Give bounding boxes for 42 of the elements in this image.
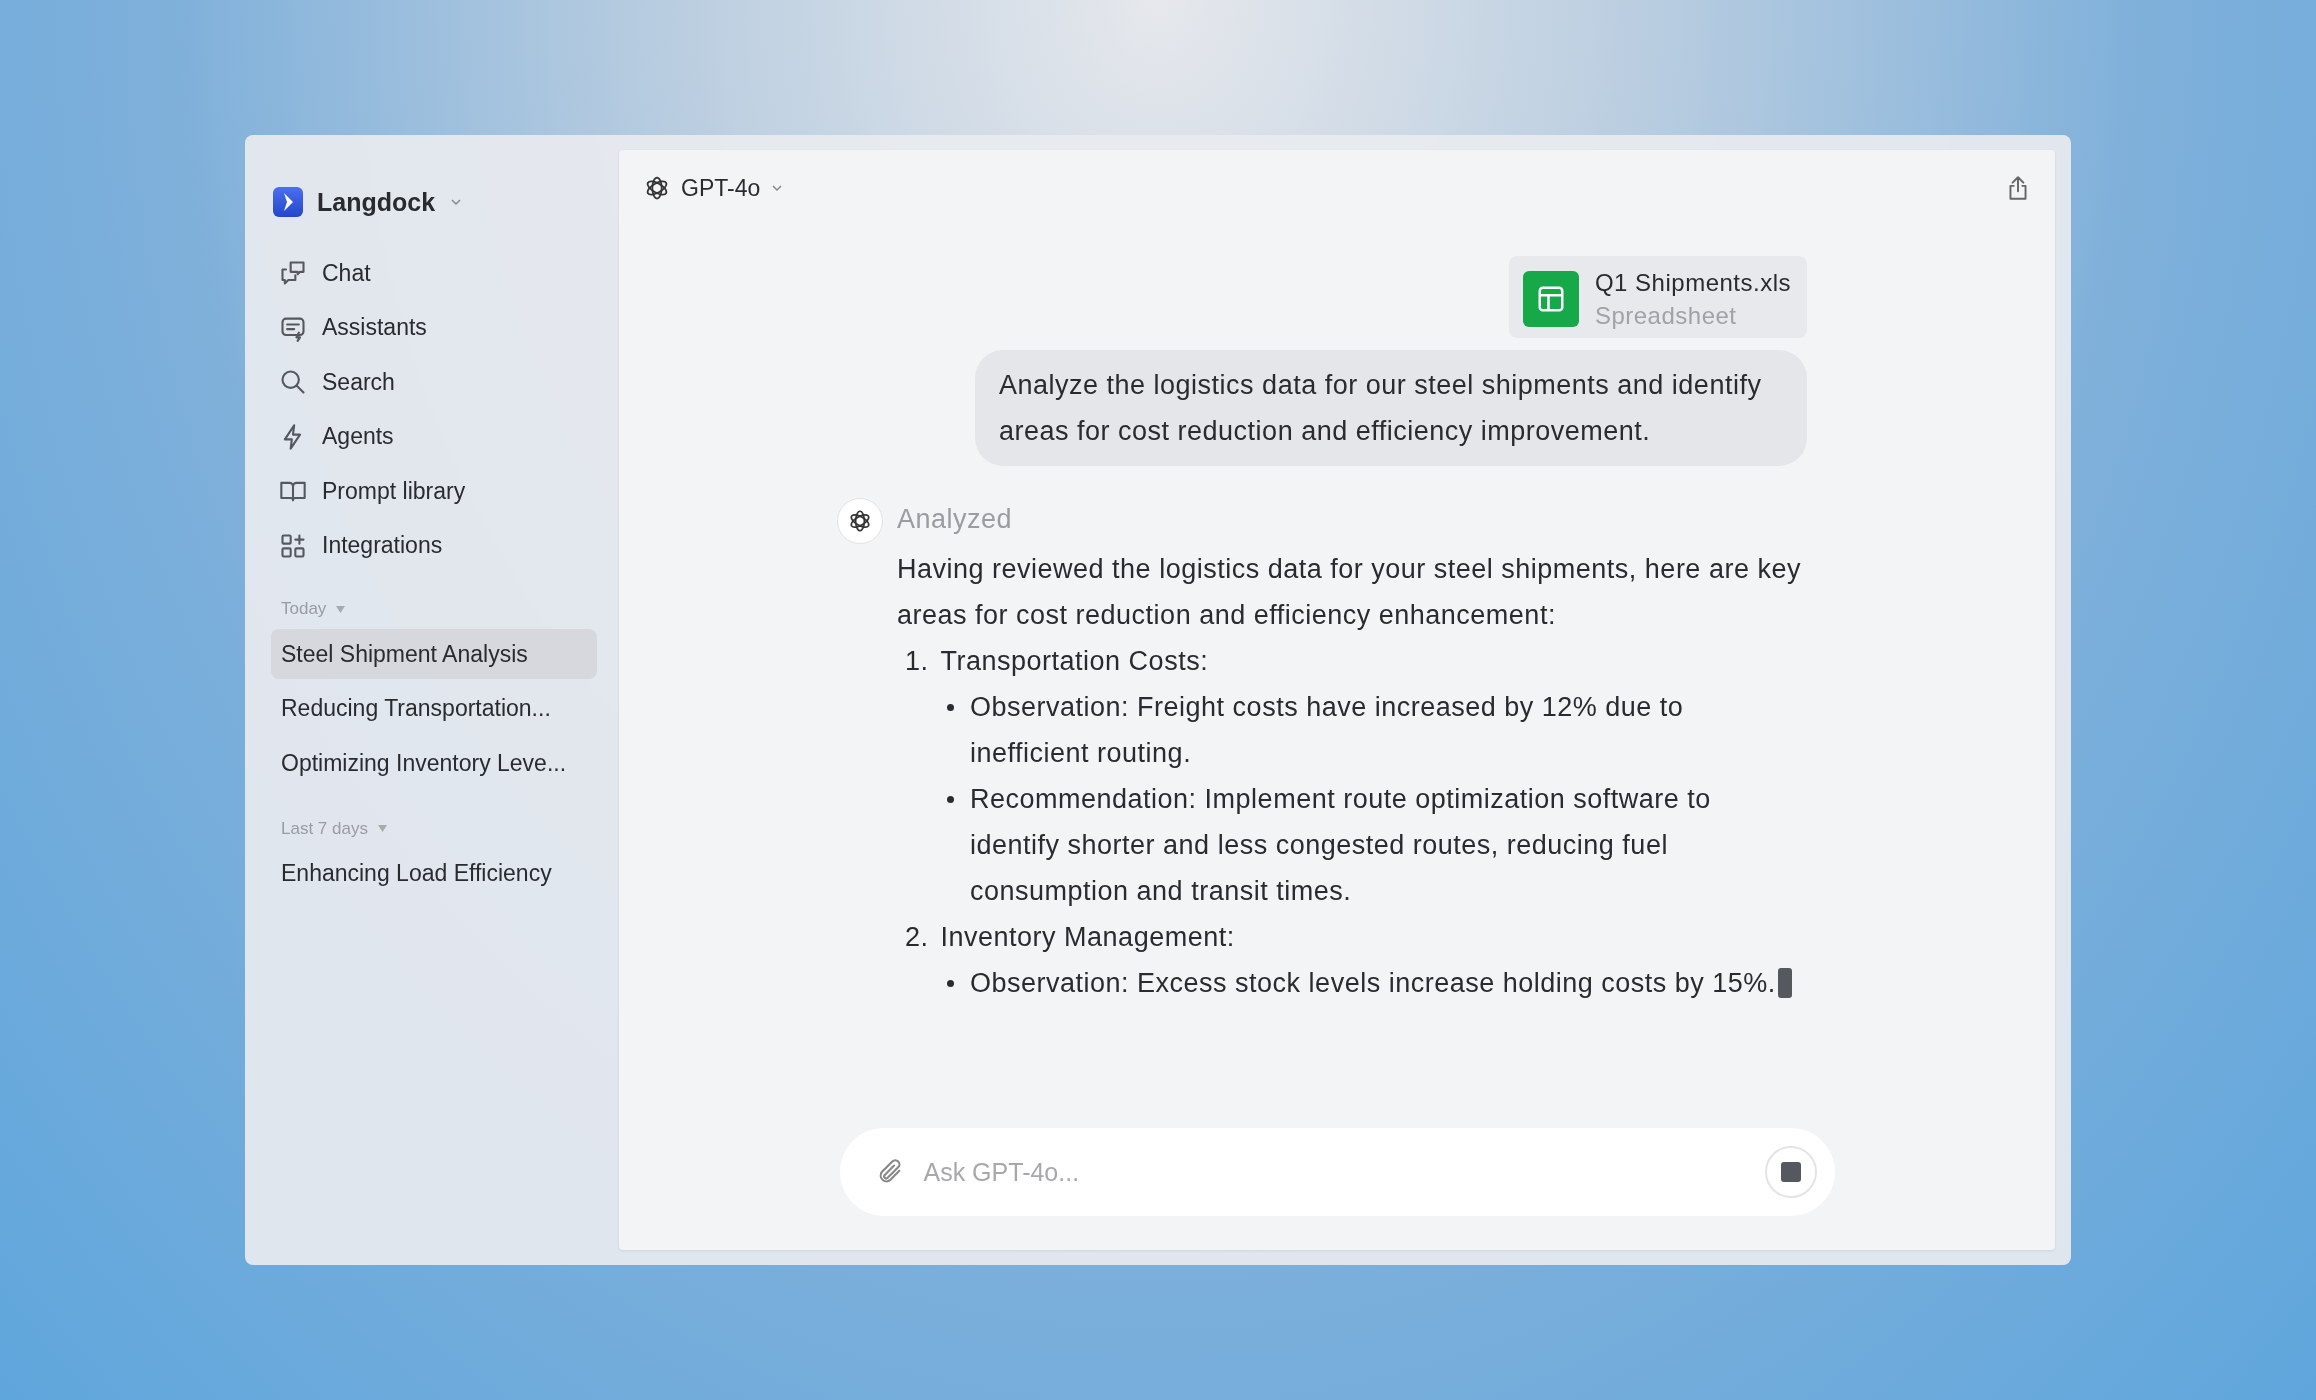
file-attachment[interactable]: Q1 Shipments.xls Spreadsheet bbox=[1508, 256, 1807, 338]
nav-item[interactable]: Prompt library bbox=[271, 464, 472, 519]
nav-item[interactable]: Assistants bbox=[271, 300, 433, 355]
list-number: 1. bbox=[905, 645, 929, 678]
status-label: Analyzed bbox=[897, 503, 1014, 536]
bullet-icon bbox=[947, 704, 954, 711]
nav-item[interactable]: Search bbox=[271, 355, 401, 410]
list-heading: Transportation Costs: bbox=[940, 645, 1209, 678]
chat-history-item[interactable]: Reducing Transportation... bbox=[271, 683, 597, 734]
caret-icon bbox=[336, 605, 346, 613]
section-heading: Last 7 days bbox=[281, 818, 368, 839]
nav-item[interactable]: Agents bbox=[271, 409, 400, 464]
file-type: Spreadsheet bbox=[1594, 301, 1738, 331]
bullet-icon bbox=[947, 980, 954, 987]
logo-icon bbox=[273, 187, 303, 217]
list-item-text: Observation: Excess stock levels increase holding costs by 15%. bbox=[970, 968, 1776, 998]
message-composer[interactable]: Ask GPT-4o... bbox=[839, 1128, 1835, 1216]
model-selector[interactable]: GPT-4o bbox=[639, 170, 789, 206]
nav-item[interactable]: Integrations bbox=[271, 518, 449, 573]
file-name: Q1 Shipments.xls bbox=[1594, 268, 1791, 298]
workspace-switcher[interactable]: Langdock bbox=[271, 180, 470, 224]
list-heading: Inventory Management: bbox=[940, 921, 1235, 954]
list-item-text: Recommendation: Implement route optimization software to identify shorter and less congested routes, reducing fuel consumption and transit times. bbox=[970, 784, 1711, 906]
workspace-name: Langdock bbox=[317, 187, 436, 217]
search-icon bbox=[279, 368, 307, 397]
user-message: Analyze the logistics data for our steel shipments and identify areas for cost reduction and efficiency improvement. bbox=[975, 350, 1807, 466]
list-item-text: Observation: Freight costs have increased by 12% due to inefficient routing. bbox=[970, 692, 1684, 768]
stop-button[interactable] bbox=[1764, 1146, 1817, 1198]
section-heading: Today bbox=[281, 599, 327, 619]
spreadsheet-icon bbox=[1522, 271, 1579, 327]
stop-icon bbox=[1780, 1162, 1801, 1182]
chat-history-item[interactable]: Optimizing Inventory Leve... bbox=[271, 738, 597, 788]
assistant-avatar-icon bbox=[837, 498, 883, 544]
bullet-icon bbox=[947, 796, 954, 803]
chat-history-item[interactable]: Enhancing Load Efficiency bbox=[271, 848, 597, 899]
list-number: 2. bbox=[905, 921, 929, 954]
caret-icon bbox=[377, 825, 387, 832]
chat-history-item[interactable]: Steel Shipment Analysis bbox=[271, 629, 597, 679]
message-input[interactable]: Ask GPT-4o... bbox=[921, 1148, 1747, 1196]
nav-item[interactable]: Chat bbox=[271, 246, 377, 301]
grid-plus-icon bbox=[279, 531, 307, 560]
reply-paragraph: Having reviewed the logistics data for your steel shipments, here are key areas for cost reduction and efficiency enhancement: bbox=[897, 553, 1802, 632]
